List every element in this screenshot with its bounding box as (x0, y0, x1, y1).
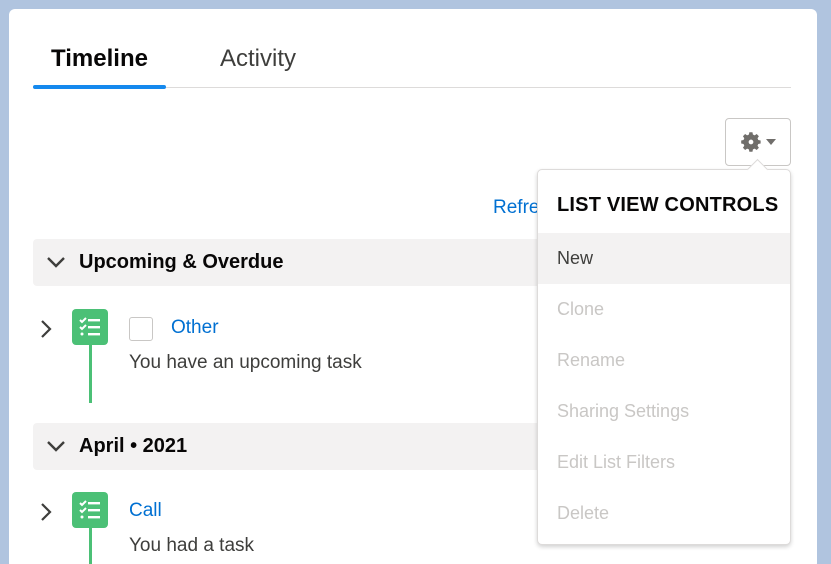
list-view-controls-menu: LIST VIEW CONTROLS New Clone Rename Shar… (537, 169, 791, 545)
refresh-link[interactable]: Refre (493, 197, 539, 219)
section-title: April • 2021 (79, 435, 188, 457)
task-checkbox[interactable] (129, 317, 153, 341)
task-link-other[interactable]: Other (171, 317, 219, 339)
menu-item-rename: Rename (557, 350, 626, 370)
menu-header: LIST VIEW CONTROLS (557, 194, 779, 216)
menu-item-clone: Clone (557, 299, 605, 319)
task-link-call[interactable]: Call (129, 500, 162, 522)
section-title: Upcoming & Overdue (79, 251, 284, 273)
chevron-down-icon (33, 441, 79, 452)
tab-timeline[interactable]: Timeline (33, 45, 166, 89)
menu-item-new[interactable]: New (538, 233, 790, 284)
chevron-down-icon (33, 257, 79, 268)
chevron-right-icon[interactable] (39, 319, 53, 339)
tab-activity[interactable]: Activity (220, 45, 296, 73)
task-description: You have an upcoming task (129, 352, 362, 373)
timeline-line (89, 528, 92, 564)
gear-icon (740, 131, 762, 153)
timeline-line (89, 345, 92, 403)
task-description: You had a task (129, 535, 255, 556)
menu-item-delete: Delete (557, 503, 610, 523)
menu-item-sharing-settings: Sharing Settings (557, 401, 690, 421)
tab-bar: Timeline Activity (33, 9, 791, 89)
task-icon (72, 492, 108, 528)
task-icon (72, 309, 108, 345)
menu-item-edit-list-filters: Edit List Filters (557, 452, 676, 472)
chevron-right-icon[interactable] (39, 502, 53, 522)
caret-down-icon (766, 139, 776, 145)
